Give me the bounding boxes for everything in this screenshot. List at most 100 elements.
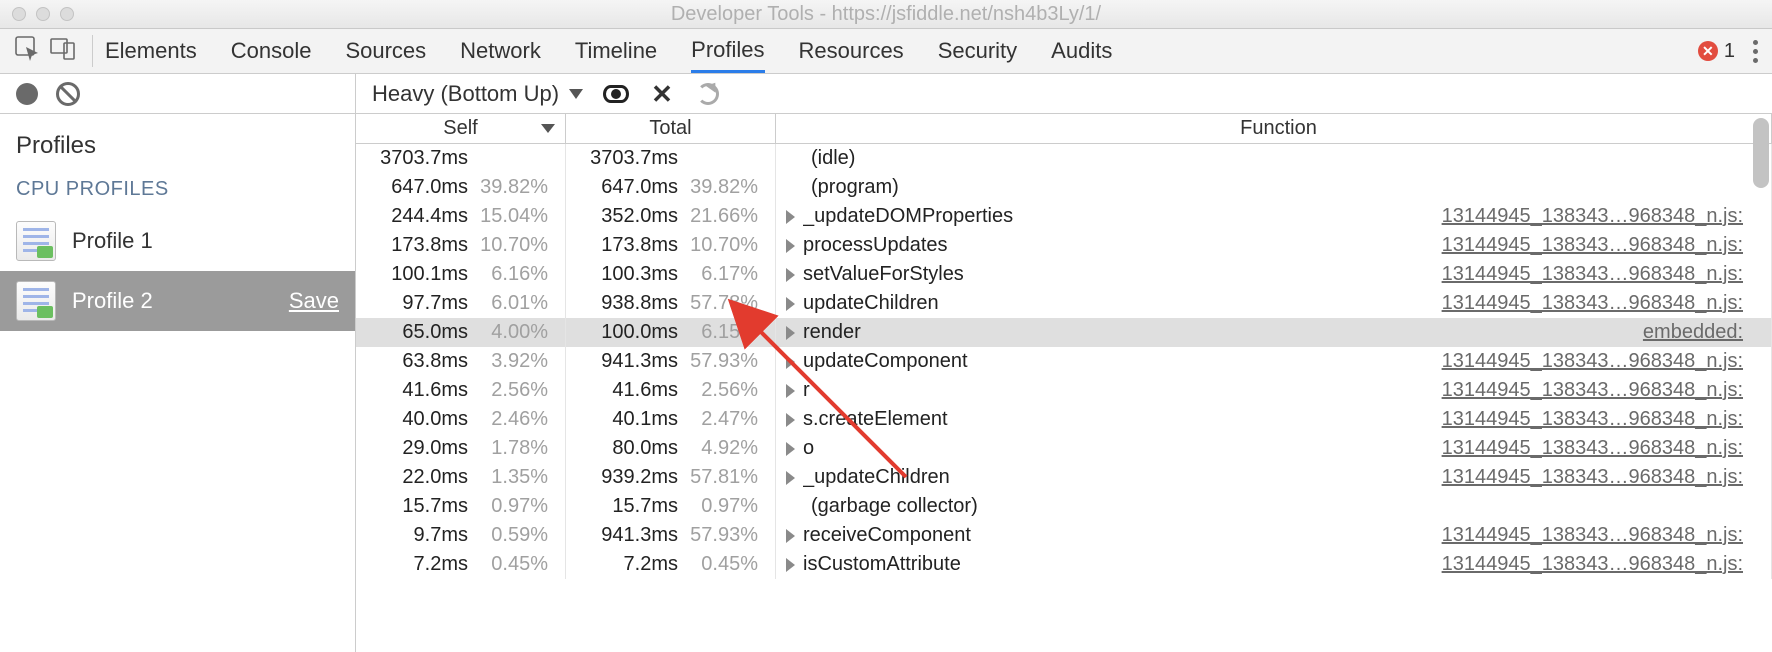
tab-console[interactable]: Console [231,29,312,73]
device-mode-icon[interactable] [50,35,76,67]
table-row[interactable]: 9.7ms0.59%941.3ms57.93%receiveComponent1… [356,521,1772,550]
error-count: 1 [1724,40,1735,63]
total-pct: 0.45% [684,553,768,576]
self-ms: 647.0ms [356,176,474,199]
function-name: updateComponent [803,350,968,373]
source-link[interactable]: 13144945_138343…968348_n.js: [1442,234,1771,257]
expand-triangle-icon[interactable] [786,355,795,369]
total-ms: 939.2ms [566,466,684,489]
self-pct: 0.45% [474,553,558,576]
total-ms: 941.3ms [566,350,684,373]
expand-triangle-icon[interactable] [786,297,795,311]
total-ms: 41.6ms [566,379,684,402]
tab-network[interactable]: Network [460,29,541,73]
source-link[interactable]: 13144945_138343…968348_n.js: [1442,292,1771,315]
tab-audits[interactable]: Audits [1051,29,1112,73]
table-row[interactable]: 3703.7ms3703.7ms(idle) [356,144,1772,173]
profile-item[interactable]: Profile 1 [0,211,355,271]
record-icon[interactable] [16,83,38,105]
kebab-menu-icon[interactable] [1753,40,1758,63]
error-badge[interactable]: ✕ 1 [1698,40,1735,63]
self-pct: 10.70% [474,234,558,257]
expand-triangle-icon[interactable] [786,471,795,485]
expand-triangle-icon[interactable] [786,268,795,282]
expand-triangle-icon[interactable] [786,239,795,253]
focus-icon[interactable] [603,81,629,107]
reload-icon[interactable] [695,81,721,107]
tab-elements[interactable]: Elements [105,29,197,73]
sidebar-actions [0,74,355,114]
table-row[interactable]: 63.8ms3.92%941.3ms57.93%updateComponent1… [356,347,1772,376]
source-link[interactable]: 13144945_138343…968348_n.js: [1442,350,1771,373]
source-link[interactable]: 13144945_138343…968348_n.js: [1442,379,1771,402]
expand-triangle-icon[interactable] [786,413,795,427]
table-row[interactable]: 97.7ms6.01%938.8ms57.78%updateChildren13… [356,289,1772,318]
expand-triangle-icon[interactable] [786,326,795,340]
total-ms: 100.0ms [566,321,684,344]
source-link[interactable]: 13144945_138343…968348_n.js: [1442,408,1771,431]
total-ms: 941.3ms [566,524,684,547]
vertical-scrollbar[interactable] [1752,116,1770,650]
table-row[interactable]: 65.0ms4.00%100.0ms6.15%renderembedded: [356,318,1772,347]
function-name: _updateChildren [803,466,950,489]
self-pct: 1.35% [474,466,558,489]
tab-resources[interactable]: Resources [799,29,904,73]
total-ms: 173.8ms [566,234,684,257]
tab-security[interactable]: Security [938,29,1017,73]
expand-triangle-icon[interactable] [786,442,795,456]
source-link[interactable]: 13144945_138343…968348_n.js: [1442,263,1771,286]
table-row[interactable]: 244.4ms15.04%352.0ms21.66%_updateDOMProp… [356,202,1772,231]
source-link[interactable]: 13144945_138343…968348_n.js: [1442,553,1771,576]
total-ms: 647.0ms [566,176,684,199]
profile-table: Self Total Function 3703.7ms3703.7ms(idl… [356,114,1772,652]
table-row[interactable]: 100.1ms6.16%100.3ms6.17%setValueForStyle… [356,260,1772,289]
table-row[interactable]: 647.0ms39.82%647.0ms39.82%(program) [356,173,1772,202]
expand-triangle-icon[interactable] [786,529,795,543]
expand-triangle-icon[interactable] [786,210,795,224]
table-row[interactable]: 41.6ms2.56%41.6ms2.56%r13144945_138343…9… [356,376,1772,405]
total-pct: 57.93% [684,350,768,373]
table-row[interactable]: 15.7ms0.97%15.7ms0.97%(garbage collector… [356,492,1772,521]
tab-timeline[interactable]: Timeline [575,29,657,73]
expand-triangle-icon[interactable] [786,384,795,398]
source-link[interactable]: 13144945_138343…968348_n.js: [1442,205,1771,228]
clear-icon[interactable] [56,82,80,106]
table-row[interactable]: 22.0ms1.35% 939.2ms57.81% _updateChildren 1… [356,463,1772,492]
col-self[interactable]: Self [356,114,566,143]
sidebar-title: Profiles [0,114,355,172]
table-row[interactable]: 40.0ms2.46%40.1ms2.47%s.createElement131… [356,405,1772,434]
inspect-element-icon[interactable] [14,35,40,67]
function-name: processUpdates [803,234,948,257]
view-mode-dropdown[interactable]: Heavy (Bottom Up) [372,81,583,107]
source-link[interactable]: 13144945_138343…968348_n.js: [1442,524,1771,547]
profile-toolbar: Heavy (Bottom Up) ✕ [356,74,1772,114]
tab-sources[interactable]: Sources [345,29,426,73]
save-link[interactable]: Save [289,288,339,314]
chevron-down-icon [569,89,583,99]
total-pct: 57.93% [684,524,768,547]
self-ms: 40.0ms [356,408,474,431]
total-pct: 4.92% [684,437,768,460]
total-pct: 2.56% [684,379,768,402]
table-row[interactable]: 29.0ms1.78%80.0ms4.92%o13144945_138343…9… [356,434,1772,463]
function-name: updateChildren [803,292,939,315]
col-function[interactable]: Function [776,114,1772,143]
profile-icon [16,221,56,261]
total-pct: 6.15% [684,321,768,344]
table-row[interactable]: 173.8ms10.70%173.8ms10.70%processUpdates… [356,231,1772,260]
col-total[interactable]: Total [566,114,776,143]
self-pct: 3.92% [474,350,558,373]
total-pct: 10.70% [684,234,768,257]
table-header: Self Total Function [356,114,1772,144]
self-ms: 22.0ms [356,466,474,489]
scrollbar-thumb[interactable] [1753,118,1769,188]
tab-profiles[interactable]: Profiles [691,29,764,73]
source-link[interactable]: 13144945_138343…968348_n.js: [1442,466,1771,489]
profile-item[interactable]: Profile 2Save [0,271,355,331]
source-link[interactable]: 13144945_138343…968348_n.js: [1442,437,1771,460]
close-icon[interactable]: ✕ [649,81,675,107]
expand-triangle-icon[interactable] [786,558,795,572]
table-row[interactable]: 7.2ms0.45%7.2ms0.45%isCustomAttribute131… [356,550,1772,579]
self-ms: 15.7ms [356,495,474,518]
total-pct: 57.81% [684,466,768,489]
